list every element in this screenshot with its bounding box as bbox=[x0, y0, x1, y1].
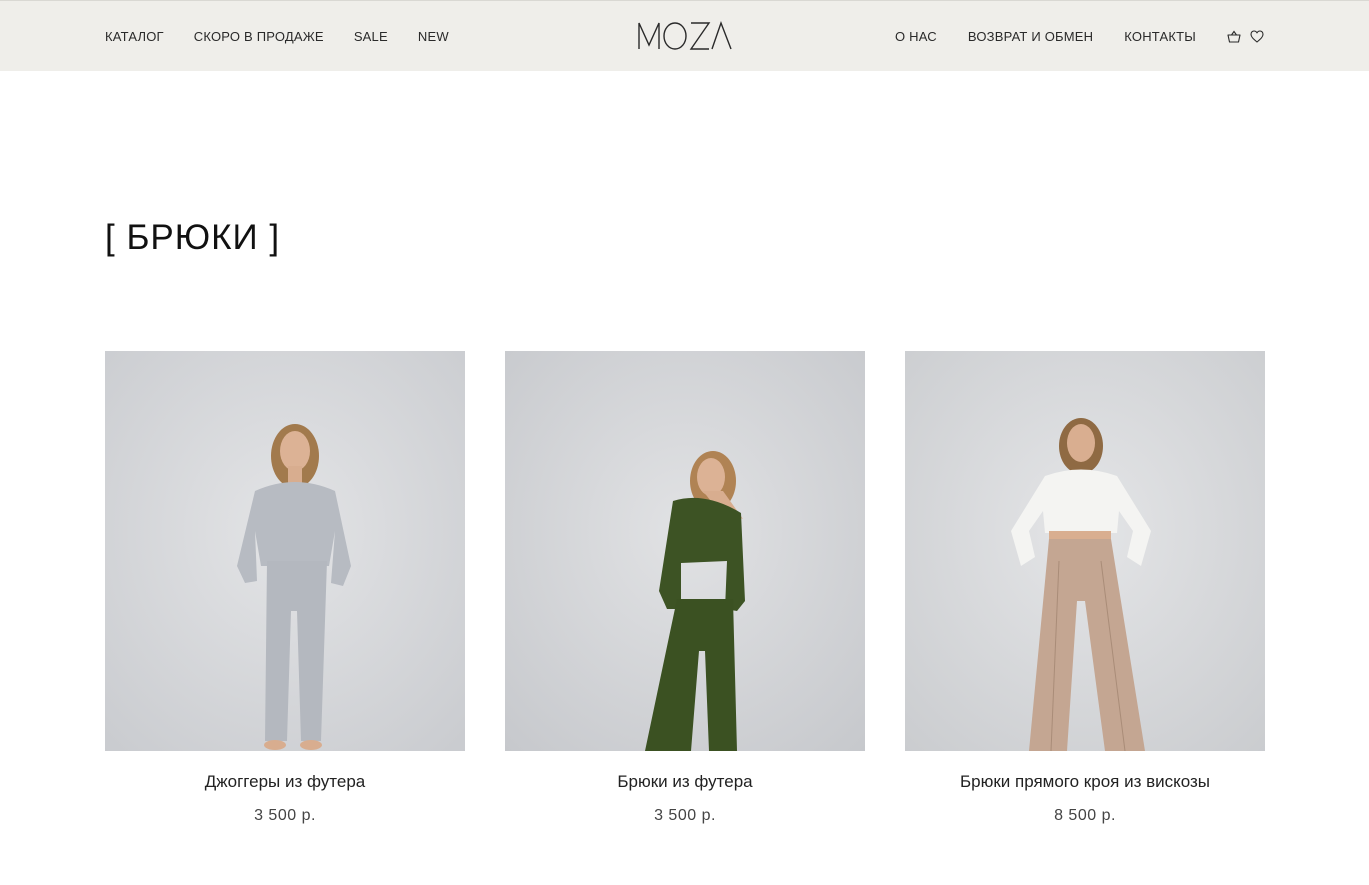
header-icons bbox=[1226, 28, 1265, 44]
page-title: [ БРЮКИ ] bbox=[105, 218, 281, 257]
nav-catalog[interactable]: КАТАЛОГ bbox=[105, 29, 164, 44]
product-card[interactable]: Джоггеры из футера 3 500 р. bbox=[105, 351, 465, 825]
product-price: 3 500 р. bbox=[254, 807, 316, 824]
product-title[interactable]: Джоггеры из футера bbox=[105, 772, 465, 792]
product-price: 8 500 р. bbox=[1054, 807, 1116, 824]
product-image[interactable] bbox=[105, 351, 465, 751]
product-card[interactable]: Брюки прямого кроя из вискозы 8 500 р. bbox=[905, 351, 1265, 825]
cart-icon[interactable] bbox=[1226, 28, 1242, 44]
logo-wordmark bbox=[638, 20, 732, 50]
nav-sale[interactable]: SALE bbox=[354, 29, 388, 44]
product-title[interactable]: Брюки прямого кроя из вискозы bbox=[905, 772, 1265, 792]
site-logo[interactable] bbox=[637, 20, 733, 52]
product-grid: Джоггеры из футера 3 500 р. Брюки из фут… bbox=[105, 351, 1265, 825]
product-title[interactable]: Брюки из футера bbox=[505, 772, 865, 792]
nav-new[interactable]: NEW bbox=[418, 29, 449, 44]
product-image[interactable] bbox=[905, 351, 1265, 751]
primary-nav: КАТАЛОГ СКОРО В ПРОДАЖЕ SALE NEW bbox=[105, 1, 479, 71]
site-header: КАТАЛОГ СКОРО В ПРОДАЖЕ SALE NEW О НАС В… bbox=[0, 1, 1369, 71]
product-card[interactable]: Брюки из футера 3 500 р. bbox=[505, 351, 865, 825]
nav-returns[interactable]: ВОЗВРАТ И ОБМЕН bbox=[968, 29, 1093, 44]
nav-coming-soon[interactable]: СКОРО В ПРОДАЖЕ bbox=[194, 29, 324, 44]
heart-icon[interactable] bbox=[1249, 28, 1265, 44]
product-image[interactable] bbox=[505, 351, 865, 751]
nav-about[interactable]: О НАС bbox=[895, 29, 937, 44]
nav-contacts[interactable]: КОНТАКТЫ bbox=[1124, 29, 1196, 44]
product-price: 3 500 р. bbox=[654, 807, 716, 824]
secondary-nav: О НАС ВОЗВРАТ И ОБМЕН КОНТАКТЫ bbox=[895, 1, 1265, 71]
